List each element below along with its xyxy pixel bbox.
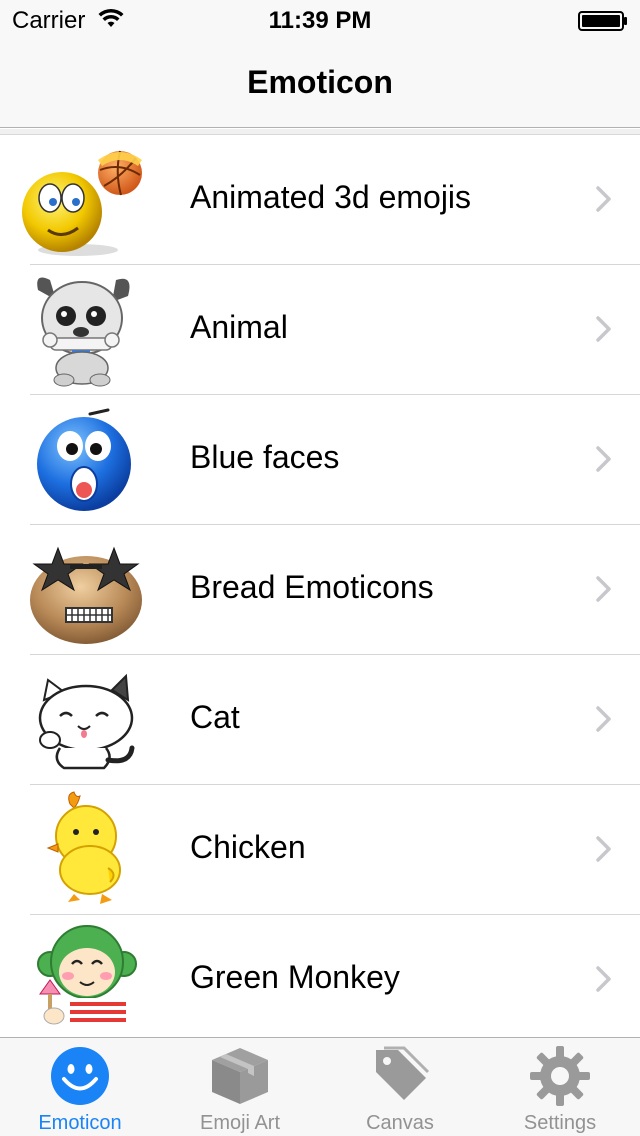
tab-label: Canvas [366, 1112, 434, 1134]
list-item[interactable]: Green Monkey [0, 915, 640, 1037]
tab-settings[interactable]: Settings [480, 1038, 640, 1136]
list-item[interactable]: Animated 3d emojis [0, 135, 640, 265]
chevron-right-icon [596, 966, 612, 997]
tag-icon [370, 1046, 430, 1106]
chevron-right-icon [596, 706, 612, 737]
list-item-label: Bread Emoticons [190, 569, 434, 605]
page-title: Emoticon [247, 64, 393, 100]
list-item-label: Blue faces [190, 439, 340, 475]
tab-bar: Emoticon Emoji Art Canvas Settings [0, 1037, 640, 1136]
list-item[interactable]: Cat [0, 655, 640, 785]
app-screen: Carrier 11:39 PM Emoticon Animated 3d em… [0, 0, 640, 1136]
list-item[interactable]: Bread Emoticons [0, 525, 640, 655]
tab-label: Settings [523, 1112, 597, 1134]
tab-label: Emoticon [38, 1112, 122, 1134]
yellow-chick-icon [20, 790, 150, 910]
bread-face-star-glasses-icon [20, 530, 150, 650]
tab-emoticon[interactable]: Emoticon [0, 1038, 160, 1136]
chevron-right-icon [596, 446, 612, 477]
chevron-right-icon [596, 576, 612, 607]
list-item-label: Cat [190, 699, 240, 735]
list-item-label: Animated 3d emojis [190, 179, 472, 215]
green-monkey-icecream-icon [20, 920, 150, 1037]
status-bar: Carrier 11:39 PM [0, 0, 640, 40]
list-item[interactable]: Chicken [0, 785, 640, 915]
battery-full-icon [578, 11, 628, 36]
chevron-right-icon [596, 316, 612, 347]
chevron-right-icon [596, 186, 612, 217]
list-item-label: Chicken [190, 829, 306, 865]
category-list[interactable]: Animated 3d emojis Animal Blue faces Bre… [0, 135, 640, 1037]
box-icon [210, 1046, 270, 1106]
cartoon-dog-bone-icon [20, 270, 150, 390]
list-item[interactable]: Animal [0, 265, 640, 395]
tab-canvas[interactable]: Canvas [320, 1038, 480, 1136]
smiley-face-icon [50, 1046, 110, 1106]
yellow-3d-emoji-basketball-icon [20, 140, 150, 260]
list-item-label: Green Monkey [190, 959, 400, 995]
blue-scared-face-icon [20, 400, 150, 520]
list-item[interactable]: Blue faces [0, 395, 640, 525]
clock-label: 11:39 PM [268, 7, 372, 34]
gear-icon [530, 1046, 590, 1106]
white-cartoon-cat-icon [20, 660, 150, 780]
list-item-label: Animal [190, 309, 288, 345]
tab-emoji-art[interactable]: Emoji Art [160, 1038, 320, 1136]
tab-label: Emoji Art [199, 1112, 281, 1134]
navigation-bar: Emoticon [0, 40, 640, 128]
chevron-right-icon [596, 836, 612, 867]
